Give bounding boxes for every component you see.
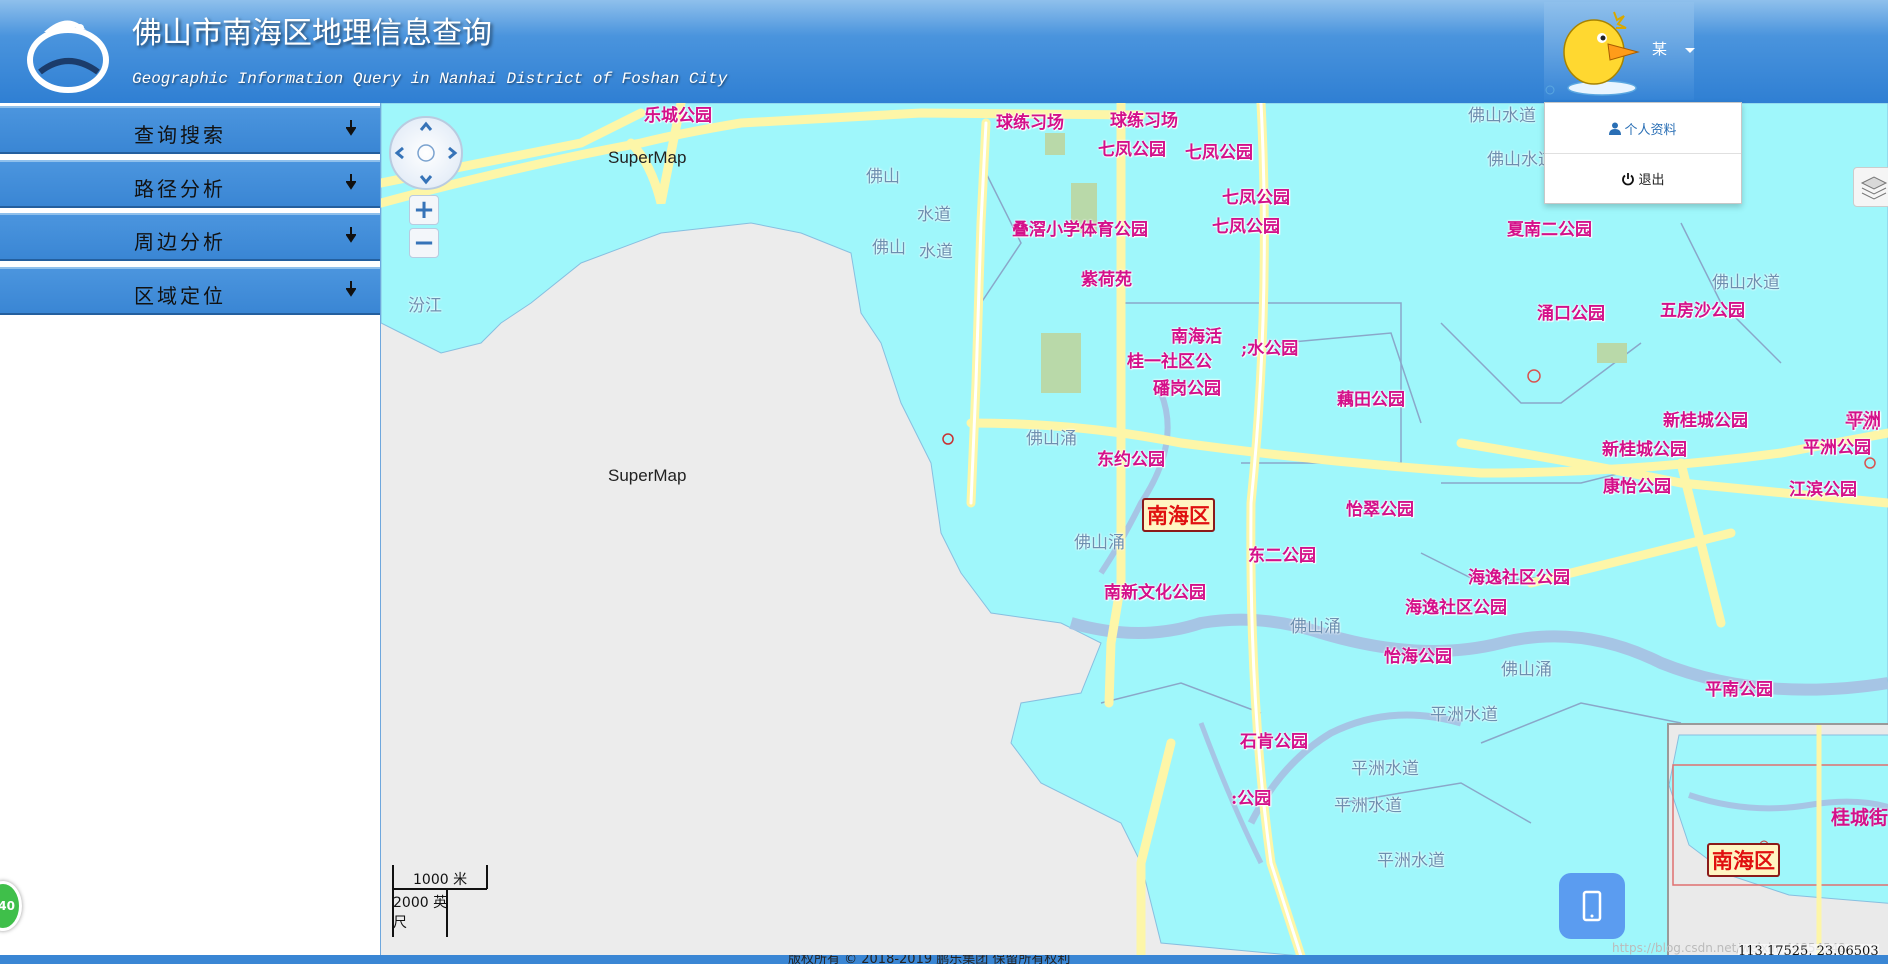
overview-poi-label: 桂城街 [1831, 807, 1888, 829]
layer-switcher-button[interactable] [1853, 167, 1888, 207]
water-label: 水道 [919, 242, 953, 262]
water-label: 佛山水道 [1468, 106, 1536, 126]
water-label: 平洲水道 [1334, 796, 1402, 816]
poi-label: 海逸社区公园 [1405, 598, 1507, 618]
app-header: 佛山市南海区地理信息查询 Geographic Information Quer… [0, 0, 1888, 103]
overview-district-label: 南海区 [1707, 843, 1780, 877]
poi-label: 乐城公园 [644, 106, 712, 126]
scale-imperial-label: 2000 英尺 [393, 895, 448, 931]
poi-label: 七凤公园 [1185, 143, 1253, 163]
water-label: 平洲水道 [1351, 759, 1419, 779]
poi-label: 怡海公园 [1384, 647, 1452, 667]
username[interactable]: 某 [1652, 38, 1667, 59]
mobile-phone-icon [1582, 890, 1602, 922]
arrow-down-icon [346, 174, 356, 190]
poi-label: 江滨公园 [1789, 480, 1857, 500]
supermap-label: SuperMap [608, 466, 687, 485]
poi-label: 南海活 [1171, 327, 1222, 347]
overview-map[interactable]: 南海区 桂城街 [1667, 723, 1888, 956]
profile-label: 个人资料 [1624, 122, 1677, 138]
poi-label: 东二公园 [1248, 546, 1316, 566]
poi-label: 叠滘小学体育公园 [1012, 220, 1148, 240]
poi-label: 新桂城公园 [1602, 440, 1687, 460]
pan-control[interactable] [389, 116, 463, 190]
water-label: 佛山涌 [1074, 533, 1125, 553]
foshan-logo [27, 20, 109, 93]
app-subtitle: Geographic Information Query in Nanhai D… [132, 70, 728, 88]
scale-metric-label: 1000 米 [413, 872, 468, 888]
user-dropdown-menu: 个人资料 退出 [1544, 102, 1742, 204]
arrow-down-icon [346, 120, 356, 136]
poi-label: 平洲 [1847, 410, 1881, 430]
map-canvas[interactable]: + − SuperMap SuperMap 乐城公园 球练习场 球练习场 七凤公… [381, 103, 1888, 956]
sidebar-item-label: 区域定位 [134, 284, 226, 308]
poi-label: 球练习场 [996, 113, 1064, 133]
sidebar-item-query-search[interactable]: 查询搜索 [0, 106, 380, 154]
chevron-down-icon[interactable] [1685, 48, 1695, 53]
arrow-down-icon [346, 227, 356, 243]
floating-badge[interactable]: 40 [0, 881, 22, 931]
poi-label: 南新文化公园 [1104, 583, 1206, 603]
sidebar-item-label: 查询搜索 [134, 123, 226, 147]
water-label: 佛山 [866, 167, 900, 187]
water-label: 佛山涌 [1290, 617, 1341, 637]
zoom-in-button[interactable]: + [409, 195, 439, 225]
poi-label: 平南公园 [1705, 680, 1773, 700]
water-label: 水道 [917, 205, 951, 225]
sidebar-item-label: 路径分析 [134, 177, 226, 201]
poi-label: 七凤公园 [1222, 188, 1290, 208]
poi-label: 康怡公园 [1603, 477, 1671, 497]
sidebar-item-label: 周边分析 [134, 230, 226, 254]
poi-label: 怡翠公园 [1346, 500, 1414, 520]
logout-menu-item[interactable]: 退出 [1545, 153, 1741, 203]
overview-base [1669, 725, 1888, 956]
power-icon [1622, 172, 1635, 185]
sidebar: 查询搜索 路径分析 周边分析 区域定位 40 [0, 103, 381, 956]
sidebar-item-nearby-analysis[interactable]: 周边分析 [0, 213, 380, 261]
sidebar-item-region-locate[interactable]: 区域定位 [0, 267, 380, 315]
water-label: 佛山涌 [1501, 660, 1552, 680]
poi-label: 石肯公园 [1240, 732, 1308, 752]
poi-label: 七凤公园 [1098, 140, 1166, 160]
poi-label: 平洲公园 [1803, 438, 1871, 458]
water-label: 佛山涌 [1026, 429, 1077, 449]
water-label: 佛山水道 [1712, 273, 1780, 293]
poi-label: ;水公园 [1241, 339, 1299, 359]
poi-label: 夏南二公园 [1507, 220, 1592, 240]
sidebar-item-route-analysis[interactable]: 路径分析 [0, 160, 380, 208]
profile-menu-item[interactable]: 个人资料 [1545, 103, 1741, 153]
water-label: 平洲水道 [1377, 851, 1445, 871]
poi-label: :公园 [1231, 789, 1272, 809]
app-title: 佛山市南海区地理信息查询 [132, 16, 492, 51]
poi-label: 东约公园 [1097, 450, 1165, 470]
poi-label: 五房沙公园 [1660, 301, 1745, 321]
zoom-out-button[interactable]: − [409, 228, 439, 258]
arrow-down-icon [346, 281, 356, 297]
water-label: 汾江 [408, 296, 442, 316]
supermap-label: SuperMap [608, 148, 687, 167]
compass-icon [394, 121, 458, 185]
layers-icon [1860, 176, 1888, 200]
user-icon [1609, 122, 1622, 135]
mobile-view-button[interactable] [1559, 873, 1625, 939]
poi-label: 新桂城公园 [1663, 411, 1748, 431]
poi-label: 涌口公园 [1537, 304, 1605, 324]
logout-label: 退出 [1638, 173, 1665, 188]
footer-copyright: 版权所有 © 2018-2019 鹏乐集团 保留所有权利 [788, 955, 1071, 964]
poi-label: 七凤公园 [1212, 217, 1280, 237]
water-label: 佛山 [872, 238, 906, 258]
district-label[interactable]: 南海区 [1142, 498, 1215, 532]
poi-label: 紫荷苑 [1081, 270, 1132, 290]
poi-label: 桂一社区公 [1127, 352, 1212, 372]
water-label: 平洲水道 [1430, 705, 1498, 725]
poi-label: 海逸社区公园 [1468, 568, 1570, 588]
avatar[interactable] [1544, 4, 1648, 98]
poi-label: 藕田公园 [1337, 390, 1405, 410]
poi-label: 磻岗公园 [1153, 379, 1221, 399]
poi-label: 球练习场 [1110, 111, 1178, 131]
